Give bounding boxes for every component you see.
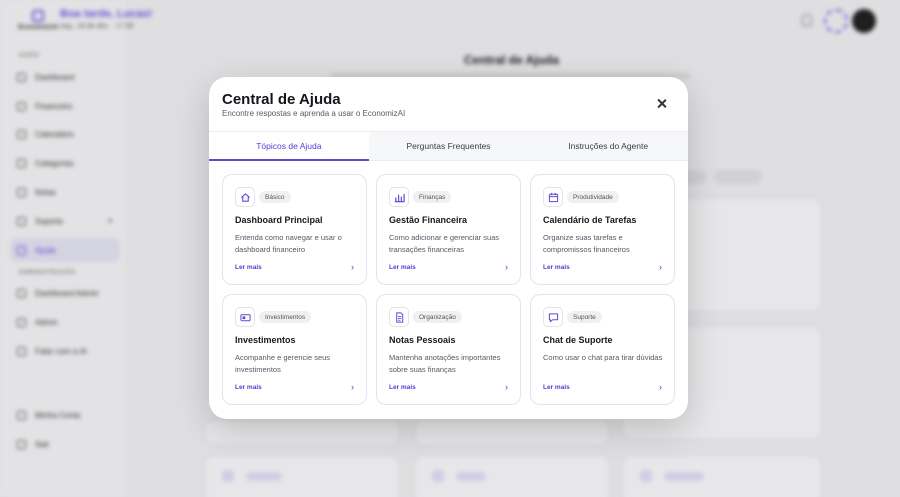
read-more-link[interactable]: Ler mais — [543, 384, 570, 391]
read-more-link[interactable]: Ler mais — [389, 384, 416, 391]
wallet-icon — [235, 307, 255, 327]
modal-title: Central de Ajuda — [222, 91, 341, 108]
calendar-icon — [543, 187, 563, 207]
modal-tabs: Tópicos de Ajuda Perguntas Frequentes In… — [209, 131, 688, 161]
chevron-right-icon: › — [351, 382, 354, 392]
category-badge: Investimentos — [259, 311, 312, 323]
category-badge: Suporte — [567, 311, 602, 323]
read-more-link[interactable]: Ler mais — [235, 264, 262, 271]
help-card-notas-pessoais[interactable]: Organização Notas Pessoais Mantenha anot… — [376, 294, 521, 405]
home-icon — [235, 187, 255, 207]
card-title: Notas Pessoais — [389, 335, 456, 345]
help-center-modal: Central de Ajuda Encontre respostas e ap… — [209, 77, 688, 419]
card-description: Acompanhe e gerencie seus investimentos — [235, 353, 331, 374]
close-icon[interactable] — [655, 97, 669, 111]
card-description: Entenda como navegar e usar o dashboard … — [235, 233, 342, 254]
read-more-link[interactable]: Ler mais — [235, 384, 262, 391]
help-card-gestao-financeira[interactable]: Finanças Gestão Financeira Como adiciona… — [376, 174, 521, 285]
chevron-right-icon: › — [659, 262, 662, 272]
bar-chart-icon — [389, 187, 409, 207]
card-title: Calendário de Tarefas — [543, 215, 637, 225]
tab-instrucoes-do-agente[interactable]: Instruções do Agente — [528, 132, 688, 160]
category-badge: Básico — [259, 191, 291, 203]
read-more-link[interactable]: Ler mais — [543, 264, 570, 271]
help-card-chat-suporte[interactable]: Suporte Chat de Suporte Como usar o chat… — [530, 294, 675, 405]
category-badge: Finanças — [413, 191, 452, 203]
card-title: Chat de Suporte — [543, 335, 613, 345]
card-description: Como adicionar e gerenciar suas transaçõ… — [389, 233, 500, 254]
card-title: Investimentos — [235, 335, 296, 345]
card-description: Organize suas tarefas e compromissos fin… — [543, 233, 630, 254]
chevron-right-icon: › — [351, 262, 354, 272]
category-badge: Produtividade — [567, 191, 619, 203]
card-title: Gestão Financeira — [389, 215, 468, 225]
card-title: Dashboard Principal — [235, 215, 323, 225]
card-description: Mantenha anotações importantes sobre sua… — [389, 353, 501, 374]
tab-perguntas-frequentes[interactable]: Perguntas Frequentes — [369, 132, 529, 160]
tab-topicos-de-ajuda[interactable]: Tópicos de Ajuda — [209, 132, 369, 161]
help-card-dashboard[interactable]: Básico Dashboard Principal Entenda como … — [222, 174, 367, 285]
chevron-right-icon: › — [505, 382, 508, 392]
chevron-right-icon: › — [505, 262, 508, 272]
modal-subtitle: Encontre respostas e aprenda a usar o Ec… — [222, 109, 406, 118]
document-icon — [389, 307, 409, 327]
category-badge: Organização — [413, 311, 462, 323]
chat-icon — [543, 307, 563, 327]
chevron-right-icon: › — [659, 382, 662, 392]
help-card-calendario[interactable]: Produtividade Calendário de Tarefas Orga… — [530, 174, 675, 285]
card-description: Como usar o chat para tirar dúvidas — [543, 353, 663, 362]
help-card-investimentos[interactable]: Investimentos Investimentos Acompanhe e … — [222, 294, 367, 405]
read-more-link[interactable]: Ler mais — [389, 264, 416, 271]
